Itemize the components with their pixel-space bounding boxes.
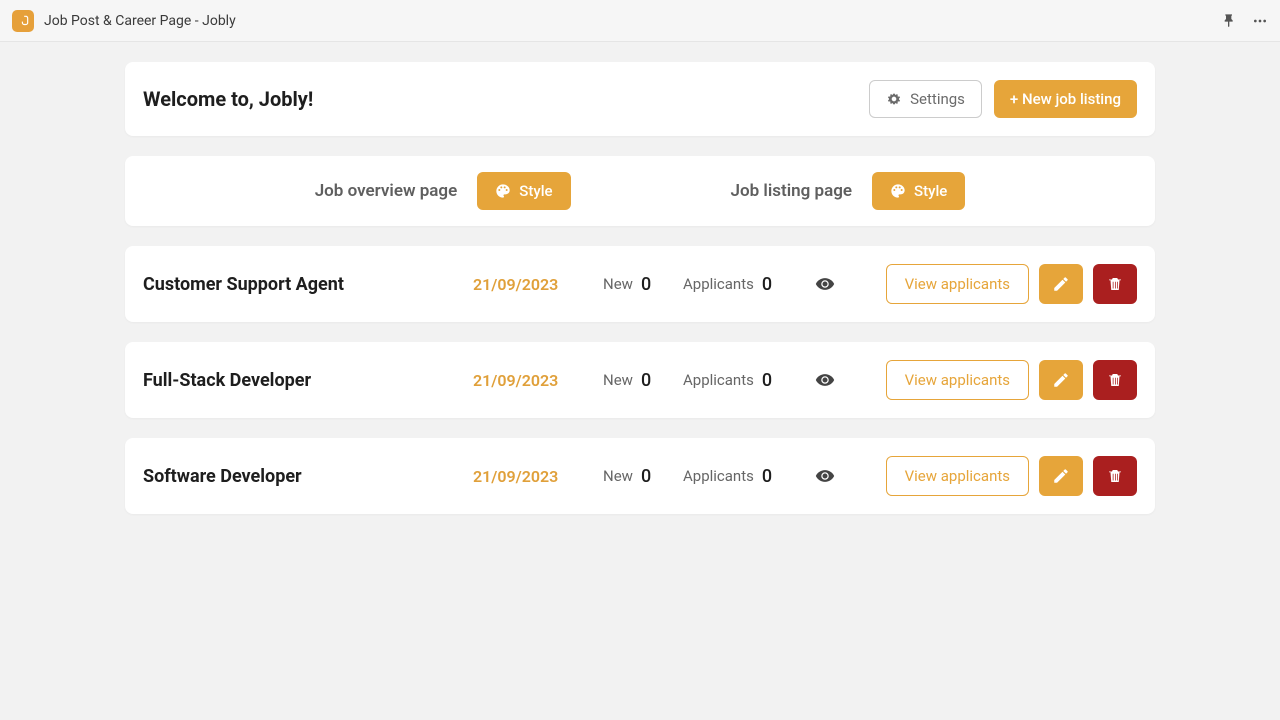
- new-label: New: [603, 371, 633, 389]
- tab-listing-group: Job listing page Style: [731, 172, 966, 210]
- trash-icon: [1106, 275, 1124, 293]
- view-applicants-button[interactable]: View applicants: [886, 360, 1029, 400]
- tabs-card: Job overview page Style Job listing page…: [125, 156, 1155, 226]
- style-listing-label: Style: [914, 182, 947, 200]
- delete-button[interactable]: [1093, 456, 1137, 496]
- palette-icon: [890, 183, 906, 199]
- app-icon: [12, 10, 34, 32]
- delete-button[interactable]: [1093, 264, 1137, 304]
- pin-icon[interactable]: [1222, 13, 1238, 29]
- tab-listing-label[interactable]: Job listing page: [731, 181, 852, 201]
- edit-button[interactable]: [1039, 456, 1083, 496]
- style-listing-button[interactable]: Style: [872, 172, 965, 210]
- pencil-icon: [1052, 371, 1070, 389]
- applicants-value: 0: [762, 370, 772, 391]
- eye-icon: [815, 274, 835, 294]
- edit-button[interactable]: [1039, 264, 1083, 304]
- job-title: Software Developer: [143, 466, 473, 487]
- job-row: Full-Stack Developer 21/09/2023 New 0 Ap…: [125, 342, 1155, 418]
- row-actions: View applicants: [886, 360, 1137, 400]
- job-applicants-stat: Applicants 0: [683, 274, 803, 295]
- job-title: Full-Stack Developer: [143, 370, 473, 391]
- new-job-listing-label: + New job listing: [1010, 90, 1121, 108]
- topbar: Job Post & Career Page - Jobly: [0, 0, 1280, 42]
- applicants-value: 0: [762, 274, 772, 295]
- job-new-stat: New 0: [603, 274, 683, 295]
- visibility-toggle[interactable]: [803, 466, 847, 486]
- header-actions: Settings + New job listing: [869, 80, 1137, 118]
- view-applicants-button[interactable]: View applicants: [886, 264, 1029, 304]
- job-new-stat: New 0: [603, 466, 683, 487]
- style-overview-label: Style: [519, 182, 552, 200]
- new-value: 0: [641, 370, 651, 391]
- style-overview-button[interactable]: Style: [477, 172, 570, 210]
- job-applicants-stat: Applicants 0: [683, 370, 803, 391]
- new-value: 0: [641, 274, 651, 295]
- welcome-text: Welcome to, Jobly!: [143, 87, 313, 111]
- new-job-listing-button[interactable]: + New job listing: [994, 80, 1137, 118]
- applicants-label: Applicants: [683, 275, 754, 293]
- delete-button[interactable]: [1093, 360, 1137, 400]
- job-row: Customer Support Agent 21/09/2023 New 0 …: [125, 246, 1155, 322]
- palette-icon: [495, 183, 511, 199]
- new-value: 0: [641, 466, 651, 487]
- visibility-toggle[interactable]: [803, 274, 847, 294]
- job-list: Customer Support Agent 21/09/2023 New 0 …: [125, 246, 1155, 514]
- new-label: New: [603, 467, 633, 485]
- tab-overview-label[interactable]: Job overview page: [315, 181, 458, 201]
- row-actions: View applicants: [886, 264, 1137, 304]
- pencil-icon: [1052, 275, 1070, 293]
- more-icon[interactable]: [1252, 13, 1268, 29]
- gear-icon: [886, 91, 902, 107]
- tab-overview-group: Job overview page Style: [315, 172, 571, 210]
- job-date: 21/09/2023: [473, 371, 603, 390]
- trash-icon: [1106, 467, 1124, 485]
- applicants-label: Applicants: [683, 467, 754, 485]
- eye-icon: [815, 466, 835, 486]
- job-date: 21/09/2023: [473, 275, 603, 294]
- main-container: Welcome to, Jobly! Settings + New job li…: [125, 42, 1155, 514]
- header-card: Welcome to, Jobly! Settings + New job li…: [125, 62, 1155, 136]
- edit-button[interactable]: [1039, 360, 1083, 400]
- job-applicants-stat: Applicants 0: [683, 466, 803, 487]
- job-title: Customer Support Agent: [143, 274, 473, 295]
- new-label: New: [603, 275, 633, 293]
- topbar-title: Job Post & Career Page - Jobly: [44, 13, 1222, 29]
- applicants-label: Applicants: [683, 371, 754, 389]
- job-new-stat: New 0: [603, 370, 683, 391]
- topbar-actions: [1222, 13, 1268, 29]
- row-actions: View applicants: [886, 456, 1137, 496]
- job-date: 21/09/2023: [473, 467, 603, 486]
- settings-label: Settings: [910, 90, 965, 108]
- eye-icon: [815, 370, 835, 390]
- pencil-icon: [1052, 467, 1070, 485]
- view-applicants-button[interactable]: View applicants: [886, 456, 1029, 496]
- trash-icon: [1106, 371, 1124, 389]
- applicants-value: 0: [762, 466, 772, 487]
- settings-button[interactable]: Settings: [869, 80, 982, 118]
- job-row: Software Developer 21/09/2023 New 0 Appl…: [125, 438, 1155, 514]
- visibility-toggle[interactable]: [803, 370, 847, 390]
